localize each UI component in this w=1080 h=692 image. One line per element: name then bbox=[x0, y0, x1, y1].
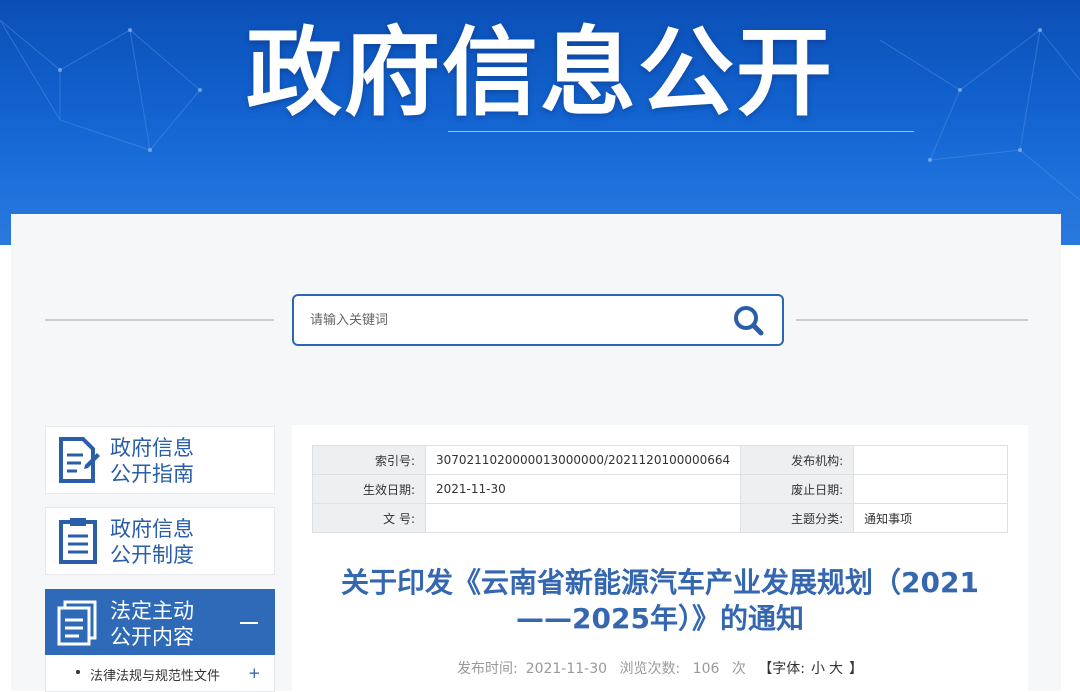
submenu-item-laws-regulations[interactable]: 法律法规与规范性文件 + bbox=[46, 655, 274, 691]
bullet-icon bbox=[76, 670, 80, 674]
sidebar-item-disclosure-system[interactable]: 政府信息 公开制度 bbox=[45, 507, 275, 575]
font-small-button[interactable]: 小 bbox=[811, 661, 825, 677]
clipboard-list-icon bbox=[59, 518, 97, 564]
banner-underline bbox=[448, 131, 914, 132]
sidebar-item-label: 法定主动 公开内容 bbox=[110, 599, 194, 649]
views-label: 浏览次数: bbox=[619, 661, 681, 677]
table-row: 文 号: 主题分类: 通知事项 bbox=[312, 503, 1008, 533]
sidebar-item-disclosure-guide[interactable]: 政府信息 公开指南 bbox=[45, 426, 275, 494]
article-title: 关于印发《云南省新能源汽车产业发展规划（2021 ——2025年）》的通知 bbox=[341, 566, 979, 635]
topic-category-label: 主题分类: bbox=[740, 503, 855, 533]
metadata-table: 索引号: 3070211020000013000000/202112010000… bbox=[312, 445, 1008, 533]
search-icon bbox=[734, 306, 764, 336]
publish-time-label: 发布时间: bbox=[456, 661, 518, 677]
font-size-label: 【字体: bbox=[758, 661, 806, 677]
views-unit: 次 bbox=[731, 661, 746, 677]
font-size-label-close: 】 bbox=[849, 661, 864, 677]
article-content: 索引号: 3070211020000013000000/202112010000… bbox=[292, 425, 1028, 691]
divider-left bbox=[45, 319, 274, 321]
publish-time-value: 2021-11-30 bbox=[525, 661, 608, 677]
collapse-icon[interactable] bbox=[240, 622, 258, 624]
search-button[interactable] bbox=[730, 302, 768, 338]
document-number-label: 文 号: bbox=[312, 503, 426, 533]
expiry-date-value bbox=[853, 474, 1008, 504]
divider-right bbox=[796, 319, 1028, 321]
index-number-value: 3070211020000013000000/2021120100000664 bbox=[424, 445, 742, 475]
expand-icon[interactable]: + bbox=[248, 664, 261, 682]
font-large-button[interactable]: 大 bbox=[829, 661, 843, 677]
table-row: 生效日期: 2021-11-30 废止日期: bbox=[312, 474, 1008, 504]
article-meta: 发布时间: 2021-11-30 浏览次数: 106 次 【字体: 小大】 bbox=[292, 658, 1028, 678]
documents-stack-icon bbox=[57, 600, 97, 646]
topic-category-value: 通知事项 bbox=[853, 503, 1008, 533]
header-banner: 政府信息公开 bbox=[0, 0, 1080, 245]
expiry-date-label: 废止日期: bbox=[740, 474, 855, 504]
effective-date-label: 生效日期: bbox=[312, 474, 426, 504]
index-number-label: 索引号: bbox=[312, 445, 426, 475]
search-bar bbox=[292, 294, 784, 346]
submenu-item-label: 法律法规与规范性文件 bbox=[90, 669, 221, 684]
publisher-label: 发布机构: bbox=[740, 445, 855, 475]
main-panel: 政府信息 公开指南 政府信息 公开制度 法定主动 公开内容 bbox=[11, 214, 1061, 692]
document-edit-icon bbox=[59, 437, 100, 483]
publisher-value bbox=[853, 445, 1008, 475]
banner-title: 政府信息公开 bbox=[246, 17, 834, 129]
sidebar-submenu: 法律法规与规范性文件 + bbox=[45, 655, 275, 692]
sidebar-item-label: 政府信息 公开指南 bbox=[110, 436, 194, 486]
sidebar-item-statutory-content[interactable]: 法定主动 公开内容 bbox=[45, 589, 275, 657]
effective-date-value: 2021-11-30 bbox=[424, 474, 742, 504]
search-input[interactable] bbox=[308, 308, 712, 332]
views-count: 106 bbox=[692, 661, 720, 677]
sidebar-item-label: 政府信息 公开制度 bbox=[110, 517, 194, 567]
document-number-value bbox=[424, 503, 742, 533]
table-row: 索引号: 3070211020000013000000/202112010000… bbox=[312, 445, 1008, 475]
